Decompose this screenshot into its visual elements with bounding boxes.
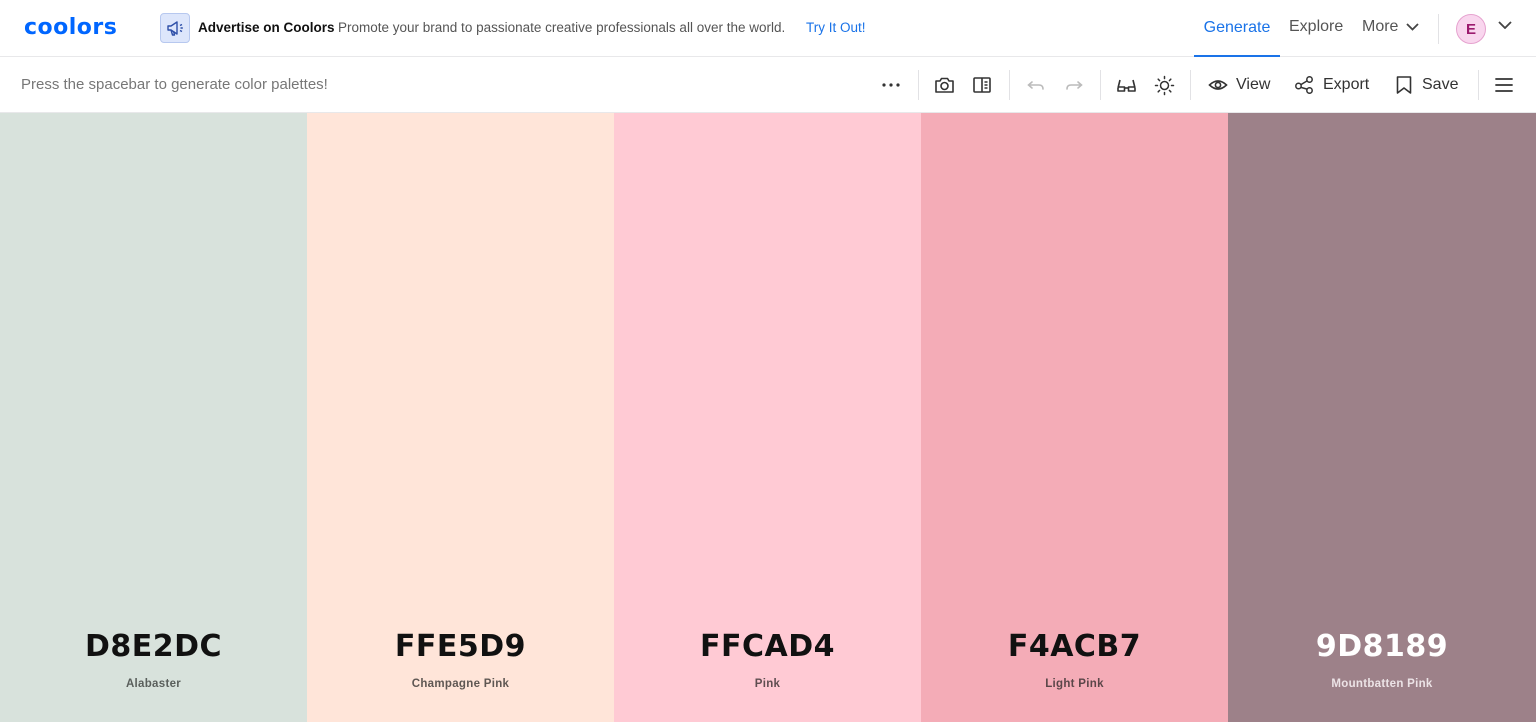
toggle-side-panel-button[interactable] [972,71,992,99]
adjust-palette-button[interactable] [1154,71,1175,99]
coolors-logo[interactable]: coolors [24,15,117,40]
toolbar-divider [918,70,919,100]
main-menu-button[interactable] [1494,71,1514,99]
sun-icon [1154,75,1175,95]
top-navigation: coolors Advertise on Coolors Promote you… [0,0,1536,57]
toolbar-divider [1478,70,1479,100]
export-label: Export [1323,76,1370,93]
eye-icon [1208,80,1228,90]
color-swatch-5[interactable]: 9D8189 Mountbatten Pink [1228,113,1536,722]
redo-icon [1066,81,1083,90]
try-it-out-link[interactable]: Try It Out! [806,20,866,35]
color-name: Pink [754,678,781,690]
view-label: View [1236,76,1271,93]
view-button[interactable]: View [1208,71,1270,99]
color-name: Light Pink [1045,678,1104,690]
color-hex[interactable]: FFE5D9 [307,629,614,664]
spacebar-hint: Press the spacebar to generate color pal… [21,76,328,93]
account-chevron-down-icon[interactable] [1498,21,1512,29]
bookmark-icon [1396,76,1412,94]
toolbar-divider [1100,70,1101,100]
color-blindness-button[interactable] [1116,71,1137,99]
nav-generate-label: Generate [1203,18,1271,36]
ad-title: Advertise on Coolors [198,20,335,35]
side-panel-icon [973,77,991,93]
color-palette: D8E2DC Alabaster FFE5D9 Champagne Pink F… [0,113,1536,722]
color-hex[interactable]: D8E2DC [0,629,307,664]
nav-generate[interactable]: Generate [1194,0,1280,57]
nav-divider [1438,14,1439,44]
color-swatch-4[interactable]: F4ACB7 Light Pink [921,113,1228,722]
redo-button[interactable] [1064,71,1084,99]
more-options-button[interactable] [881,71,901,99]
generator-toolbar: Press the spacebar to generate color pal… [0,57,1536,113]
more-dots-icon [882,83,900,87]
chevron-down-icon [1406,23,1420,31]
user-avatar[interactable]: E [1456,14,1486,44]
nav-more-label: More [1362,18,1399,35]
color-swatch-2[interactable]: FFE5D9 Champagne Pink [307,113,614,722]
color-hex[interactable]: FFCAD4 [614,629,921,664]
color-hex[interactable]: 9D8189 [1228,629,1536,664]
screenshot-button[interactable] [934,71,955,99]
color-swatch-1[interactable]: D8E2DC Alabaster [0,113,307,722]
save-label: Save [1422,76,1459,93]
undo-button[interactable] [1026,71,1046,99]
export-button[interactable]: Export [1294,71,1369,99]
color-swatch-3[interactable]: FFCAD4 Pink [614,113,921,722]
glasses-icon [1117,79,1136,92]
color-name: Champagne Pink [411,678,510,690]
toolbar-divider [1190,70,1191,100]
ad-description: Promote your brand to passionate creativ… [338,20,786,35]
color-name: Mountbatten Pink [1331,678,1433,690]
color-hex[interactable]: F4ACB7 [921,629,1228,664]
menu-icon [1495,78,1513,92]
undo-icon [1027,81,1044,90]
camera-icon [935,77,954,93]
nav-more[interactable]: More [1362,18,1420,36]
nav-explore[interactable]: Explore [1289,18,1343,36]
megaphone-icon[interactable] [160,13,190,43]
toolbar-divider [1009,70,1010,100]
share-icon [1295,76,1313,94]
save-button[interactable]: Save [1394,71,1458,99]
color-name: Alabaster [125,678,182,690]
